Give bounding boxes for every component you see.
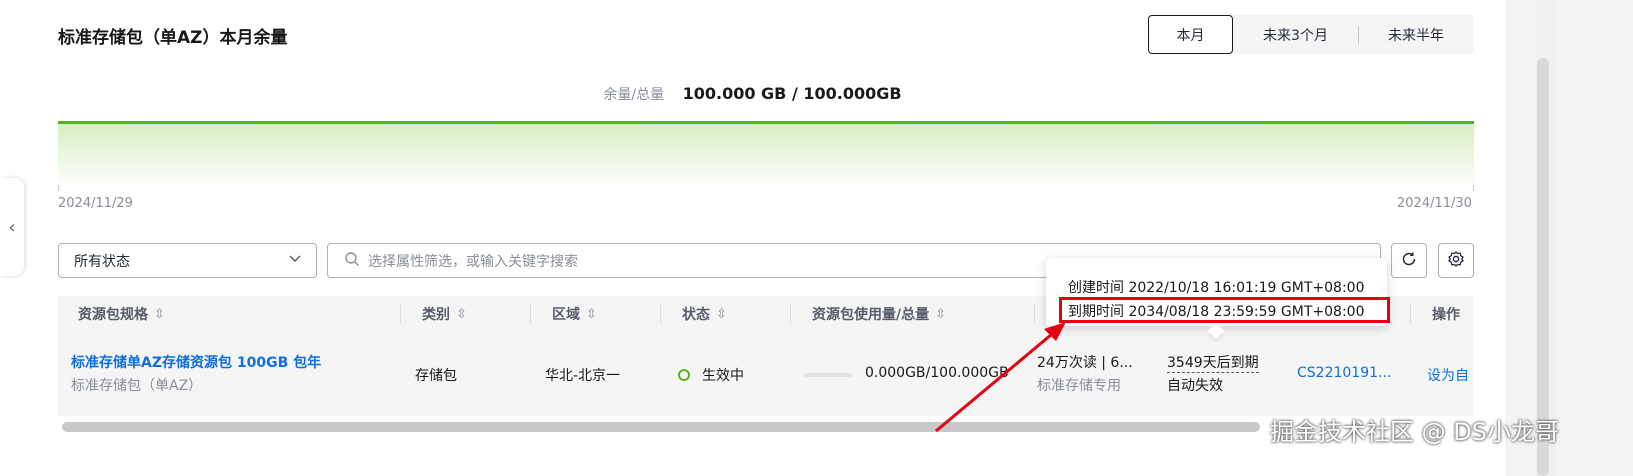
watermark: 掘金技术社区 @ DS小龙哥	[1270, 418, 1559, 446]
annotation-arrow	[935, 322, 1066, 433]
